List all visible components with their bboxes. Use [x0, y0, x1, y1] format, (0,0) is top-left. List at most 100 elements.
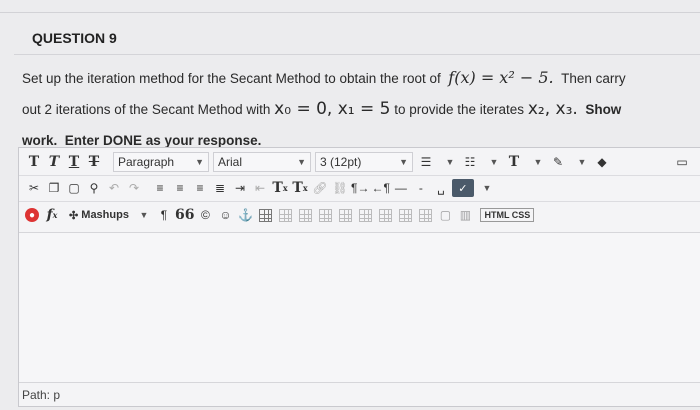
table-grid-glyph — [338, 208, 352, 222]
font-select-value: Arial — [218, 155, 243, 169]
editor-content-area[interactable] — [19, 232, 700, 383]
spellcheck-icon[interactable]: ✓ — [451, 179, 474, 197]
table-cell-props-icon[interactable]: ▢ — [436, 205, 454, 225]
redo-icon[interactable]: ↷ — [125, 178, 143, 198]
outdent-icon[interactable]: ⇤ — [251, 178, 269, 198]
nonbreaking-space-icon[interactable]: ␣ — [432, 178, 450, 198]
cut-icon[interactable]: ✂ — [25, 178, 43, 198]
table-grid-glyph — [418, 208, 432, 222]
superscript-label: T — [272, 180, 283, 196]
table-col-before-icon[interactable] — [336, 205, 354, 225]
copyright-button[interactable]: © — [196, 205, 214, 225]
table-grid-glyph — [318, 208, 332, 222]
chevron-down-icon[interactable]: ▼ — [441, 152, 459, 172]
fullscreen-icon[interactable]: ▭ — [673, 152, 691, 172]
font-select[interactable]: Arial ▼ — [213, 152, 311, 172]
table-row-before-icon[interactable] — [276, 205, 294, 225]
table-row-after-icon[interactable] — [296, 205, 314, 225]
table-grid-glyph — [398, 208, 412, 222]
iterates-expression: x₂, x₃. — [527, 99, 578, 119]
mashups-menu[interactable]: ✣ Mashups — [69, 205, 129, 225]
question-text-part: to provide the iterates — [394, 102, 525, 117]
blockquote-button[interactable]: 66 — [175, 205, 194, 225]
toolbar-divider — [19, 201, 700, 202]
align-justify-icon[interactable]: ≣ — [211, 178, 229, 198]
hyphen-icon[interactable]: - — [412, 178, 430, 198]
question-text-part: Enter DONE as your response. — [64, 133, 262, 148]
table-delete-row-icon[interactable] — [316, 205, 334, 225]
table-split-icon[interactable] — [396, 205, 414, 225]
path-label: Path: p — [22, 387, 61, 402]
editor-path-bar: Path: p — [19, 382, 700, 406]
table-merge-icon[interactable] — [416, 205, 434, 225]
mashups-icon: ✣ — [69, 209, 82, 222]
undo-icon[interactable]: ↶ — [105, 178, 123, 198]
table-row-props-icon[interactable]: ▥ — [456, 205, 474, 225]
chevron-down-icon[interactable]: ▼ — [135, 205, 153, 225]
top-divider — [0, 12, 700, 13]
table-grid-glyph — [258, 208, 272, 222]
emoji-icon[interactable]: ☺ — [216, 205, 234, 225]
text-color-icon[interactable]: T — [505, 152, 523, 172]
table-grid-glyph — [298, 208, 312, 222]
toolbar-row-2: ✂ ❐ ▢ ⚲ ↶ ↷ ≡ ≡ ≡ ≣ ⇥ ⇤ Tx Tx 🔗︎ ⛓︎ ¶→ ←… — [19, 176, 700, 200]
table-col-after-icon[interactable] — [356, 205, 374, 225]
equation-label-sub: x — [52, 210, 58, 220]
html-css-button[interactable]: HTML CSS — [480, 208, 535, 222]
chevron-down-icon[interactable]: ▼ — [485, 152, 503, 172]
table-delete-col-icon[interactable] — [376, 205, 394, 225]
table-grid-glyph — [378, 208, 392, 222]
horizontal-rule-icon[interactable]: — — [392, 178, 410, 198]
highlighter-icon[interactable]: ✎ — [549, 152, 567, 172]
rtl-icon[interactable]: ←¶ — [371, 178, 389, 198]
superscript-button[interactable]: Tx — [271, 178, 289, 198]
size-select[interactable]: 3 (12pt) ▼ — [315, 152, 413, 172]
table-icon[interactable] — [256, 205, 274, 225]
paragraph-select-value: Paragraph — [118, 155, 175, 169]
question-text-part: Then carry — [561, 71, 626, 86]
indent-icon[interactable]: ⇥ — [231, 178, 249, 198]
initial-values: x₀ = 0, x₁ = 5 — [274, 99, 391, 119]
question-text-part: Set up the iteration method for the Seca… — [22, 71, 441, 86]
toolbar-row-3: ● fx ✣ Mashups ▼ ¶ 66 © ☺ ⚓ ▢ ▥ HTML CSS — [19, 203, 700, 227]
anchor-icon[interactable]: ⚓ — [236, 205, 254, 225]
chevron-down-icon[interactable]: ▼ — [478, 178, 496, 198]
rich-text-editor: T T T T Paragraph ▼ Arial ▼ 3 (12pt) ▼ ☰… — [18, 147, 700, 407]
question-line-1: Set up the iteration method for the Seca… — [22, 62, 690, 94]
align-right-icon[interactable]: ≡ — [191, 178, 209, 198]
paste-icon[interactable]: ▢ — [65, 178, 83, 198]
table-grid-glyph — [358, 208, 372, 222]
search-icon[interactable]: ⚲ — [85, 178, 103, 198]
chevron-down-icon: ▼ — [399, 157, 408, 167]
align-center-icon[interactable]: ≡ — [171, 178, 189, 198]
strikethrough-button[interactable]: T — [85, 152, 103, 172]
size-select-value: 3 (12pt) — [320, 155, 362, 169]
ltr-icon[interactable]: ¶→ — [351, 178, 369, 198]
bullet-list-icon[interactable]: ☰ — [417, 152, 435, 172]
toolbar-row-1: T T T T Paragraph ▼ Arial ▼ 3 (12pt) ▼ ☰… — [19, 150, 700, 174]
unlink-icon[interactable]: ⛓︎ — [331, 178, 349, 198]
question-text-part: Show — [585, 102, 622, 117]
subscript-button[interactable]: Tx — [291, 178, 309, 198]
mashups-label: Mashups — [81, 209, 129, 221]
copy-icon[interactable]: ❐ — [45, 178, 63, 198]
align-left-icon[interactable]: ≡ — [151, 178, 169, 198]
bold-button[interactable]: T — [25, 152, 43, 172]
record-icon[interactable]: ● — [25, 208, 39, 222]
question-title: QUESTION 9 — [32, 30, 117, 46]
paragraph-mark-icon[interactable]: ¶ — [155, 205, 173, 225]
equation-button[interactable]: fx — [43, 205, 61, 225]
chevron-down-icon[interactable]: ▼ — [573, 152, 591, 172]
italic-button[interactable]: T — [45, 152, 63, 172]
eraser-icon[interactable]: ◆ — [593, 152, 611, 172]
underline-button[interactable]: T — [65, 152, 83, 172]
paragraph-select[interactable]: Paragraph ▼ — [113, 152, 209, 172]
link-icon[interactable]: 🔗︎ — [311, 178, 329, 198]
chevron-down-icon[interactable]: ▼ — [529, 152, 547, 172]
question-divider — [14, 54, 700, 55]
question-text: Set up the iteration method for the Seca… — [22, 62, 690, 156]
chevron-down-icon: ▼ — [297, 157, 306, 167]
numbered-list-icon[interactable]: ☷ — [461, 152, 479, 172]
function-expression: f(x) = x² − 5. — [448, 68, 554, 87]
question-text-part: out 2 iterations of the Secant Method wi… — [22, 102, 271, 117]
